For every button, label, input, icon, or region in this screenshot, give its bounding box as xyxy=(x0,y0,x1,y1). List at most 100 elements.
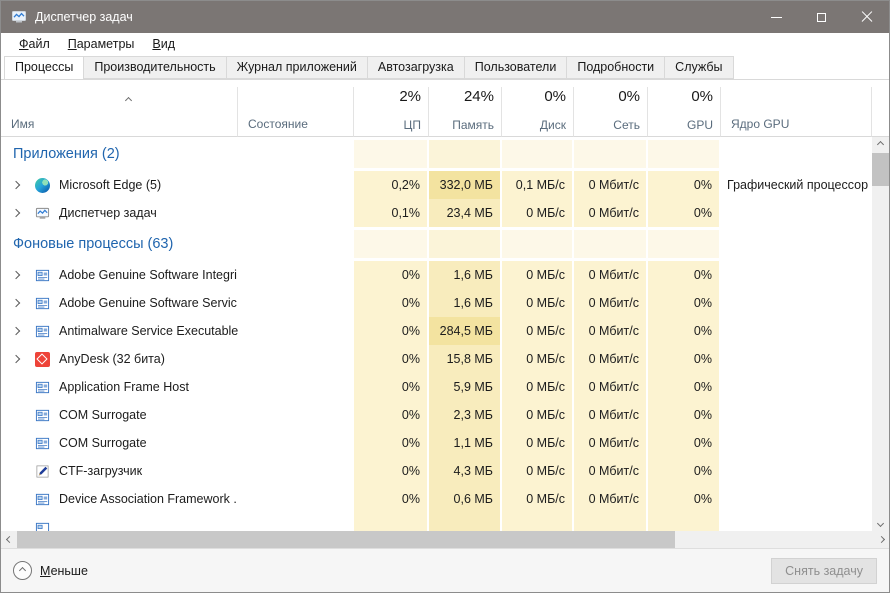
expand-chevron-icon[interactable] xyxy=(12,355,20,363)
process-row[interactable]: Device Association Framework ... 0% 0,6 … xyxy=(1,485,872,513)
process-name: AnyDesk (32 бита) xyxy=(59,352,165,366)
process-row-ctf[interactable]: CTF-загрузчик 0% 4,3 МБ 0 МБ/с 0 Мбит/с … xyxy=(1,457,872,485)
memory-value: 1,6 МБ xyxy=(429,261,502,289)
status-cell xyxy=(238,401,354,429)
horizontal-scroll-track[interactable] xyxy=(17,531,873,548)
vertical-scrollbar[interactable] xyxy=(872,137,889,531)
status-cell xyxy=(238,457,354,485)
fewer-details-button[interactable]: Меньше xyxy=(13,561,88,580)
column-status[interactable]: Состояние xyxy=(238,87,354,137)
process-row-taskmgr[interactable]: Диспетчер задач 0,1% 23,4 МБ 0 МБ/с 0 Мб… xyxy=(1,199,872,227)
task-manager-icon xyxy=(35,206,50,221)
title-bar[interactable]: Диспетчер задач xyxy=(1,1,889,33)
process-row[interactable]: COM Surrogate 0% 2,3 МБ 0 МБ/с 0 Мбит/с … xyxy=(1,401,872,429)
cpu-value: 0% xyxy=(354,485,429,513)
chevron-left-icon xyxy=(5,536,12,543)
column-gpu-engine[interactable]: Ядро GPU xyxy=(721,87,872,137)
vertical-scroll-track[interactable] xyxy=(872,152,889,516)
memory-value: 23,4 МБ xyxy=(429,199,502,227)
network-value: 0 Мбит/с xyxy=(574,317,648,345)
end-task-button[interactable]: Снять задачу xyxy=(771,558,877,584)
horizontal-scrollbar[interactable] xyxy=(1,531,889,548)
process-row[interactable]: COM Surrogate 0% 1,1 МБ 0 МБ/с 0 Мбит/с … xyxy=(1,429,872,457)
network-value: 0 Мбит/с xyxy=(574,289,648,317)
expand-chevron-icon[interactable] xyxy=(12,271,20,279)
status-cell xyxy=(238,261,354,289)
column-header: Имя Состояние 2%ЦП 24%Память 0%Диск 0%Се… xyxy=(1,80,889,137)
tab-app-history[interactable]: Журнал приложений xyxy=(227,56,368,79)
generic-app-icon xyxy=(35,324,50,339)
tab-startup[interactable]: Автозагрузка xyxy=(368,56,465,79)
expand-chevron-icon[interactable] xyxy=(12,181,20,189)
tab-services[interactable]: Службы xyxy=(665,56,733,79)
cpu-value: 0% xyxy=(354,373,429,401)
memory-value: 2,3 МБ xyxy=(429,401,502,429)
disk-value: 0 МБ/с xyxy=(502,401,574,429)
status-cell xyxy=(238,171,354,199)
tab-processes[interactable]: Процессы xyxy=(4,56,84,80)
menu-file[interactable]: Файл xyxy=(10,35,59,53)
gpu-value: 0% xyxy=(648,457,721,485)
process-row-edge[interactable]: Microsoft Edge (5) 0,2% 332,0 МБ 0,1 МБ/… xyxy=(1,171,872,199)
scroll-down-button[interactable] xyxy=(872,516,889,531)
minimize-button[interactable] xyxy=(754,1,799,33)
process-row[interactable]: Antimalware Service Executable 0% 284,5 … xyxy=(1,317,872,345)
status-cell xyxy=(238,289,354,317)
disk-value: 0 МБ/с xyxy=(502,457,574,485)
process-row[interactable]: Application Frame Host 0% 5,9 МБ 0 МБ/с … xyxy=(1,373,872,401)
expand-chevron-icon[interactable] xyxy=(12,209,20,217)
column-cpu[interactable]: 2%ЦП xyxy=(354,87,429,137)
column-name[interactable]: Имя xyxy=(1,87,238,137)
horizontal-scroll-thumb[interactable] xyxy=(17,531,675,548)
scroll-left-button[interactable] xyxy=(1,531,17,548)
expand-chevron-icon[interactable] xyxy=(12,299,20,307)
status-cell xyxy=(238,199,354,227)
tab-users[interactable]: Пользователи xyxy=(465,56,568,79)
column-disk[interactable]: 0%Диск xyxy=(502,87,574,137)
gpu-value: 0% xyxy=(648,199,721,227)
edge-icon xyxy=(35,178,50,193)
expand-chevron-icon[interactable] xyxy=(12,327,20,335)
menu-options[interactable]: Параметры xyxy=(59,35,144,53)
generic-app-icon xyxy=(35,436,50,451)
task-manager-icon xyxy=(11,9,27,25)
menu-view[interactable]: Вид xyxy=(143,35,184,53)
process-name: Application Frame Host xyxy=(59,380,189,394)
cpu-value: 0% xyxy=(354,457,429,485)
process-row-partial[interactable] xyxy=(1,513,872,531)
gpu-value: 0% xyxy=(648,261,721,289)
status-cell xyxy=(238,317,354,345)
gpu-value: 0% xyxy=(648,401,721,429)
close-icon xyxy=(861,11,873,23)
group-row-background[interactable]: Фоновые процессы (63) xyxy=(1,227,872,261)
network-value: 0 Мбит/с xyxy=(574,457,648,485)
process-name: COM Surrogate xyxy=(59,408,147,422)
gpu-value: 0% xyxy=(648,289,721,317)
network-value: 0 Мбит/с xyxy=(574,261,648,289)
disk-value: 0 МБ/с xyxy=(502,199,574,227)
process-row[interactable]: Adobe Genuine Software Servic... 0% 1,6 … xyxy=(1,289,872,317)
process-row[interactable]: Adobe Genuine Software Integri... 0% 1,6… xyxy=(1,261,872,289)
scroll-right-button[interactable] xyxy=(873,531,889,548)
column-network[interactable]: 0%Сеть xyxy=(574,87,648,137)
tab-details[interactable]: Подробности xyxy=(567,56,665,79)
footer-bar: Меньше Снять задачу xyxy=(1,548,889,592)
status-cell xyxy=(238,429,354,457)
tab-performance[interactable]: Производительность xyxy=(84,56,226,79)
cpu-value: 0% xyxy=(354,289,429,317)
disk-value: 0 МБ/с xyxy=(502,345,574,373)
minimize-icon xyxy=(771,17,782,18)
scroll-up-button[interactable] xyxy=(872,137,889,152)
column-gpu[interactable]: 0%GPU xyxy=(648,87,721,137)
column-memory[interactable]: 24%Память xyxy=(429,87,502,137)
group-row-apps[interactable]: Приложения (2) xyxy=(1,137,872,171)
vertical-scroll-thumb[interactable] xyxy=(872,153,889,186)
header-corner xyxy=(872,87,889,137)
close-button[interactable] xyxy=(844,1,889,33)
network-value: 0 Мбит/с xyxy=(574,373,648,401)
gpu-value: 0% xyxy=(648,373,721,401)
maximize-button[interactable] xyxy=(799,1,844,33)
anydesk-icon xyxy=(35,352,50,367)
sort-ascending-icon xyxy=(126,90,131,108)
process-row-anydesk[interactable]: AnyDesk (32 бита) 0% 15,8 МБ 0 МБ/с 0 Мб… xyxy=(1,345,872,373)
